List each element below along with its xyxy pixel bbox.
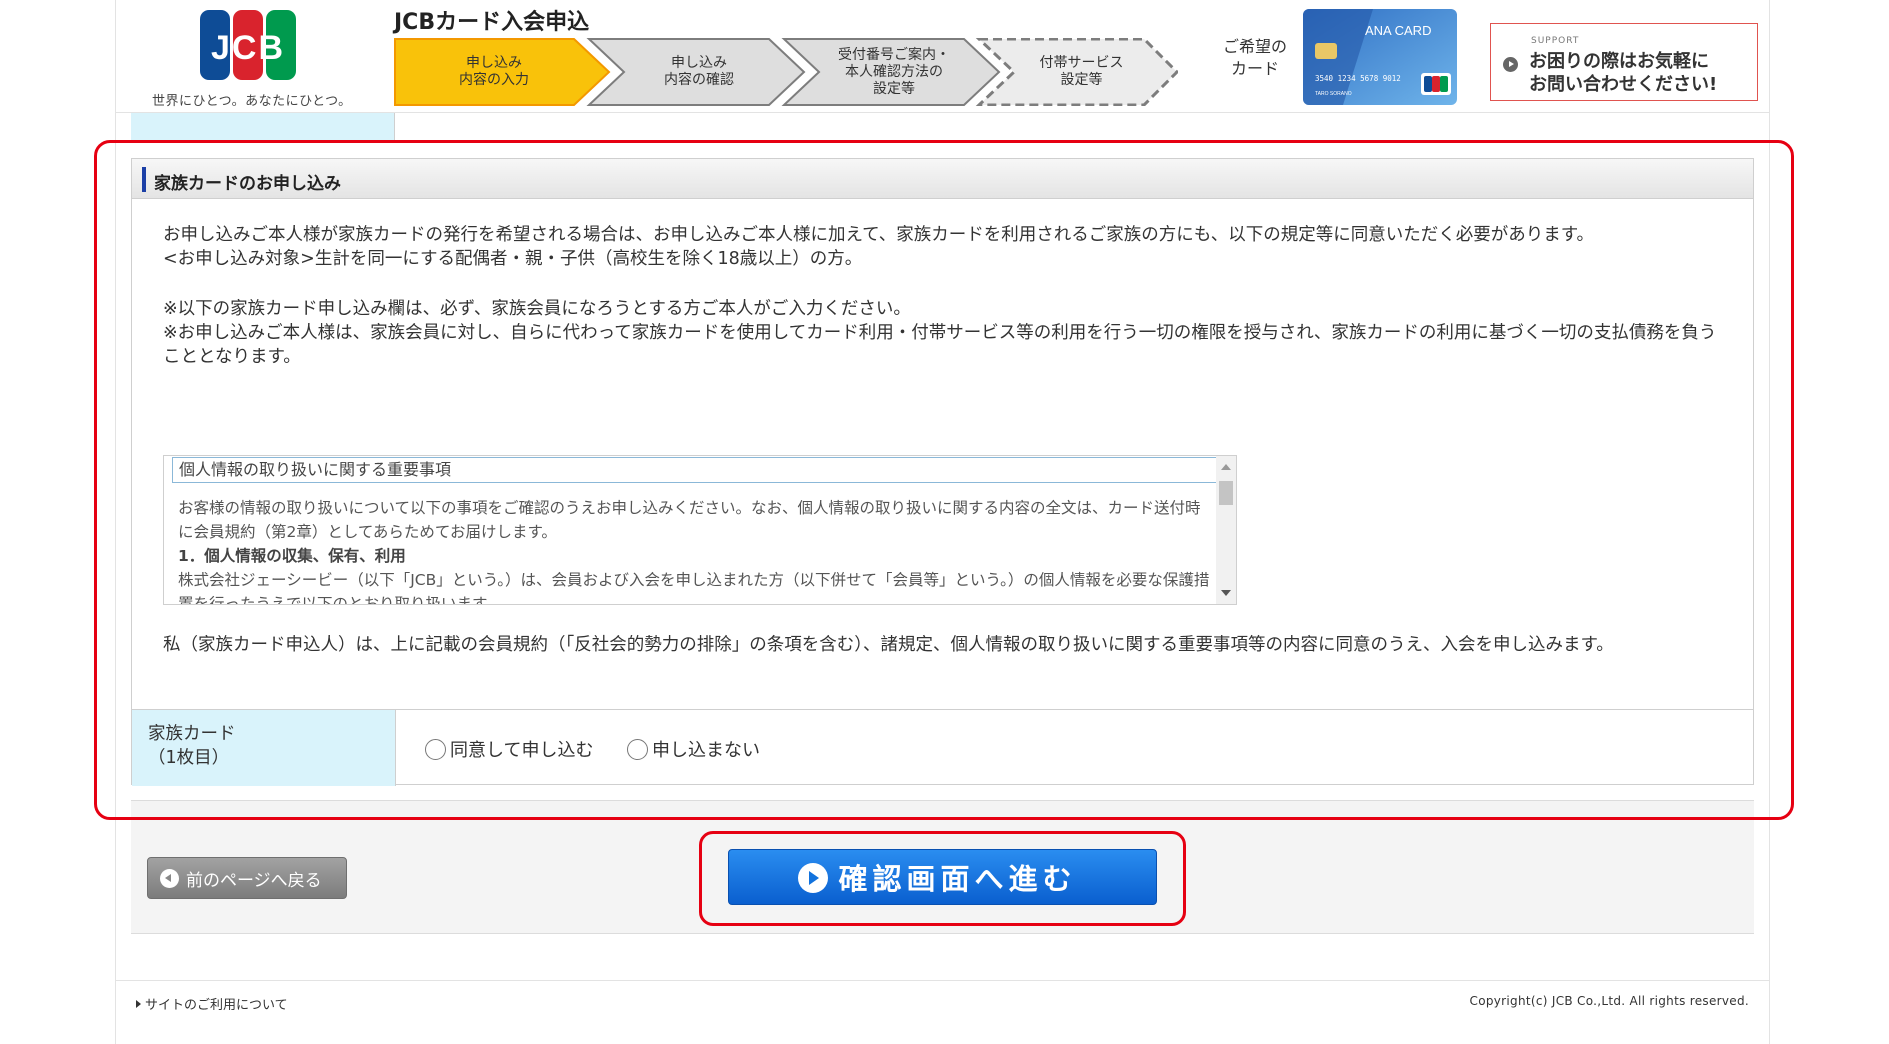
site-usage-link[interactable]: サイトのご利用について <box>136 994 288 1013</box>
highlight-next-button <box>699 831 1186 926</box>
card-image: ANA CARD 3540 1234 5678 9012 TARO SORANO <box>1303 9 1457 105</box>
previous-row-label-cell <box>131 113 395 141</box>
copyright: Copyright(c) JCB Co.,Ltd. All rights res… <box>1469 994 1749 1008</box>
step-4-label: 付帯サービス 設定等 <box>1039 55 1124 88</box>
card-brand: ANA CARD <box>1365 23 1431 38</box>
jcb-logo[interactable]: JCB <box>200 10 296 80</box>
step-3-label: 受付番号ご案内・ 本人確認方法の 設定等 <box>838 46 950 97</box>
back-button[interactable]: 前のページへ戻る <box>147 857 347 899</box>
highlight-family-section <box>94 140 1794 820</box>
support-small-label: SUPPORT <box>1531 36 1580 46</box>
support-banner[interactable]: SUPPORT お困りの際はお気軽に お問い合わせください! <box>1490 23 1758 101</box>
support-text: お困りの際はお気軽に お問い合わせください! <box>1529 51 1718 95</box>
arrow-left-circle-icon <box>160 869 179 888</box>
progress-steps: 申し込み 内容の入力 申し込み 内容の確認 受付番号ご案内・ 本人確認方法の 設… <box>394 38 1178 106</box>
page-title: JCBカード入会申込 <box>394 10 590 35</box>
logo-tagline: 世界にひとつ。あなたにひとつ。 <box>152 94 352 109</box>
back-button-label: 前のページへ戻る <box>186 870 322 891</box>
wish-card-label: ご希望の カード <box>1222 37 1287 78</box>
step-2-label: 申し込み 内容の確認 <box>664 55 734 88</box>
step-1-label: 申し込み 内容の入力 <box>459 55 529 88</box>
card-number: 3540 1234 5678 9012 <box>1315 74 1401 83</box>
footer-divider <box>115 980 1770 981</box>
svg-text:JCB: JCB <box>211 29 285 67</box>
card-holder: TARO SORANO <box>1315 91 1352 97</box>
arrow-right-circle-icon <box>1503 57 1518 72</box>
